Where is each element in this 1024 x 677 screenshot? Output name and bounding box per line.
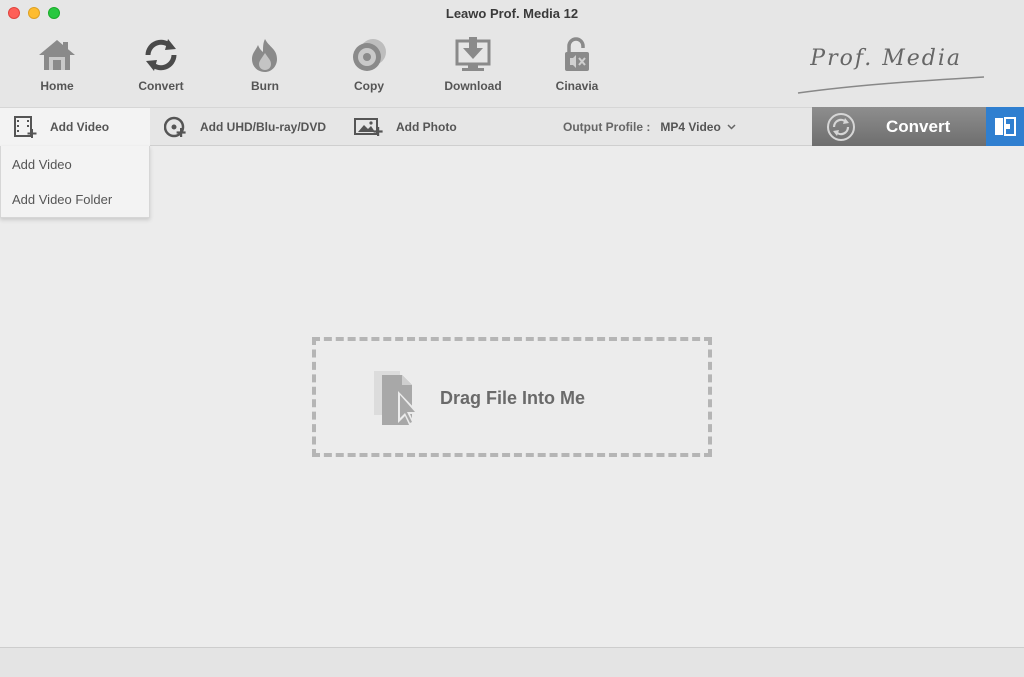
title-bar: Leawo Prof. Media 12 [0,0,1024,27]
toolbar-copy-label: Copy [354,79,384,93]
dropdown-add-video-folder[interactable]: Add Video Folder [12,192,112,207]
add-video-label: Add Video [50,120,110,134]
toolbar-copy-button[interactable]: Copy [329,37,409,93]
drag-drop-zone[interactable]: Drag File Into Me [312,337,712,457]
film-add-icon [14,116,37,138]
prof-media-logo: Prof. Media [796,43,986,99]
download-icon [455,37,491,71]
output-profile: Output Profile : MP4 Video [563,108,736,146]
chevron-down-icon [727,124,736,130]
dropdown-add-video[interactable]: Add Video [12,157,72,172]
toolbar-burn-label: Burn [251,79,279,93]
layout-toggle-button[interactable] [986,107,1024,146]
output-profile-label: Output Profile : [563,120,651,134]
toolbar-convert-label: Convert [138,79,184,93]
add-photo-label: Add Photo [396,120,457,134]
burn-icon [252,39,277,72]
output-profile-value: MP4 Video [660,120,721,134]
toolbar-convert-button[interactable]: Convert [121,37,201,93]
layout-panel-icon [995,117,1016,136]
add-uhd-label: Add UHD/Blu-ray/DVD [200,120,327,134]
add-uhd-bluray-dvd-button[interactable]: Add UHD/Blu-ray/DVD [164,108,326,146]
cinavia-lock-icon [565,37,589,71]
add-photo-button[interactable]: Add Photo [354,108,457,146]
convert-refresh-icon [827,113,855,141]
status-bar [0,647,1024,677]
convert-button-label: Convert [886,117,951,136]
drag-drop-text: Drag File Into Me [440,388,586,408]
add-video-button[interactable]: Add Video [0,108,150,146]
toolbar-download-button[interactable]: Download [433,37,513,93]
main-toolbar: Home Convert Burn Copy Download Cinavia … [0,27,1024,107]
toolbar-download-label: Download [444,79,502,93]
toolbar-cinavia-button[interactable]: Cinavia [537,37,617,93]
toolbar-home-button[interactable]: Home [17,37,97,93]
home-icon [39,40,75,70]
toolbar-cinavia-label: Cinavia [555,79,599,93]
logo-swoosh-icon [797,76,985,94]
toolbar-burn-button[interactable]: Burn [225,37,305,93]
window-title: Leawo Prof. Media 12 [445,6,579,21]
add-video-dropdown: Add Video Add Video Folder [0,146,150,218]
photo-add-icon [354,118,383,136]
toolbar-home-label: Home [40,79,74,93]
convert-button[interactable]: Convert [812,107,986,146]
disc-add-icon [164,116,186,138]
convert-icon [145,39,177,71]
output-profile-select[interactable]: MP4 Video [660,120,736,134]
copy-disc-icon [353,39,386,71]
drag-file-icon [374,371,420,427]
